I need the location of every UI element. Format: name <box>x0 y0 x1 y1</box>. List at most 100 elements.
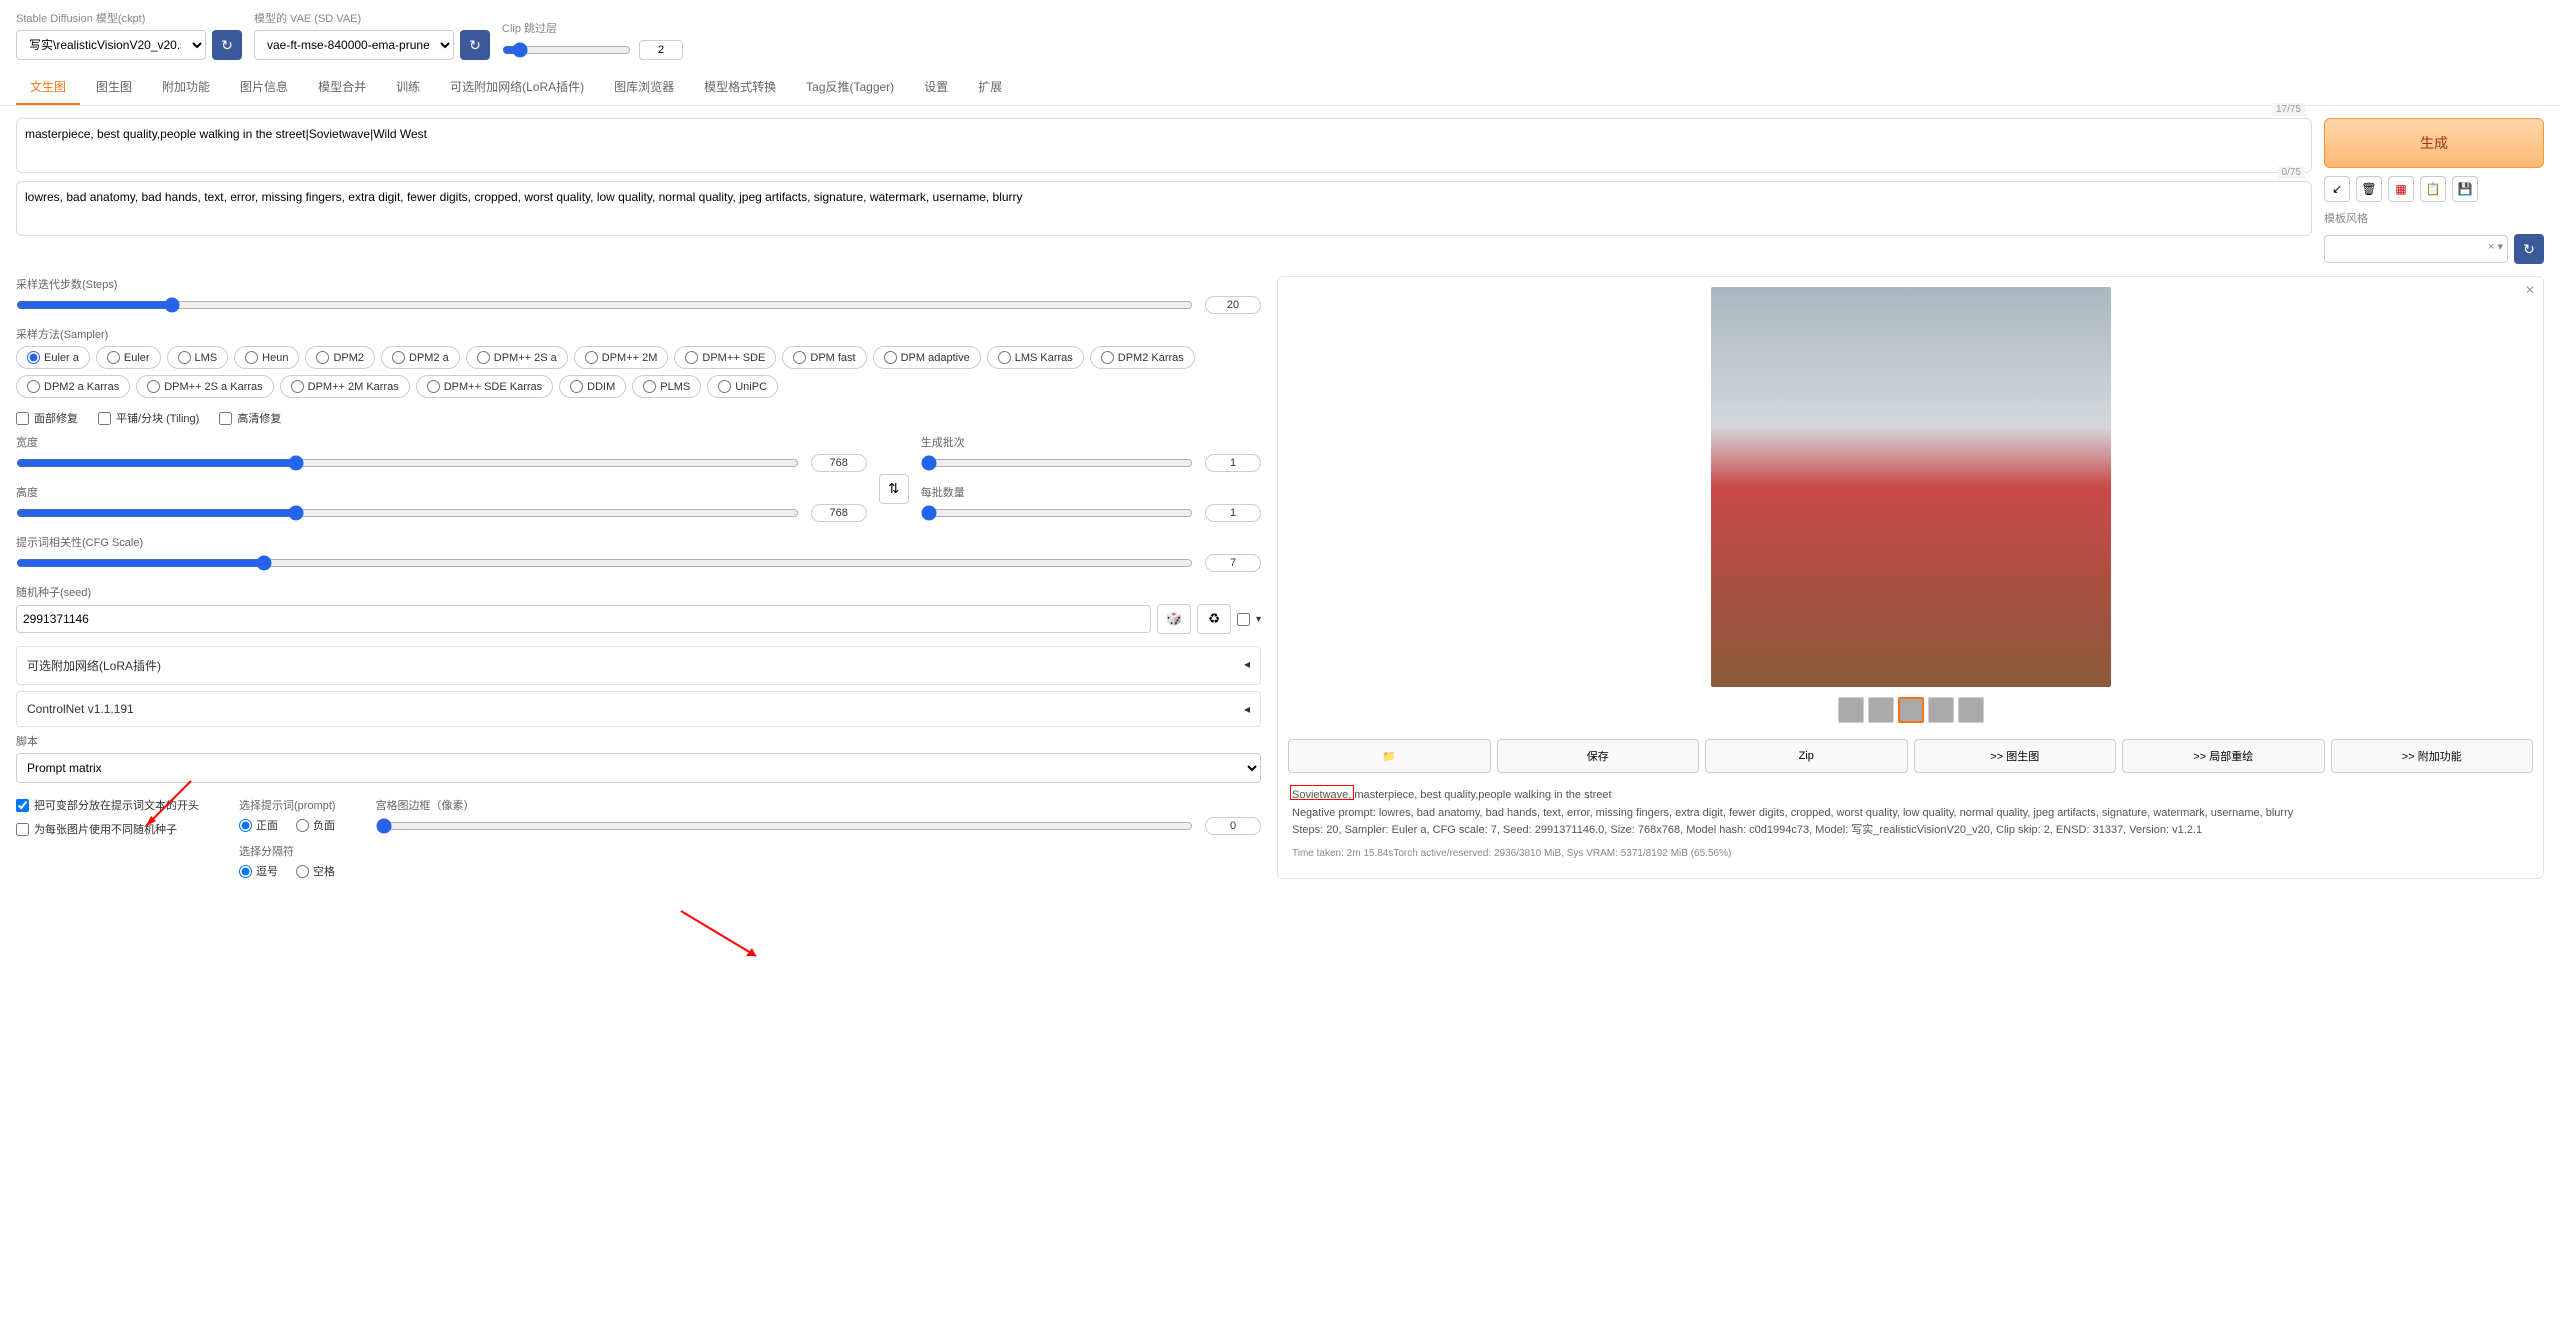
steps-value[interactable]: 20 <box>1205 296 1261 314</box>
refresh-vae-icon[interactable]: ↻ <box>460 30 490 60</box>
thumb-1[interactable] <box>1838 697 1864 723</box>
trash-icon[interactable]: 🗑 <box>2356 176 2382 202</box>
select-sep-label: 选择分隔符 <box>239 843 336 859</box>
tab-train[interactable]: 训练 <box>382 70 434 105</box>
clip-slider[interactable] <box>502 42 631 58</box>
sampler-plms[interactable] <box>643 380 656 393</box>
sampler-lmsk[interactable] <box>998 351 1011 364</box>
swap-dims-icon[interactable]: ⇅ <box>879 474 909 504</box>
radio-negative[interactable] <box>296 819 309 832</box>
save-icon[interactable]: 💾 <box>2452 176 2478 202</box>
radio-space[interactable] <box>296 865 309 878</box>
cfg-slider[interactable] <box>16 555 1193 571</box>
refresh-model-icon[interactable]: ↻ <box>212 30 242 60</box>
thumb-4[interactable] <box>1928 697 1954 723</box>
clip-label: Clip 跳过层 <box>502 20 683 36</box>
folder-button[interactable]: 📁 <box>1288 739 1491 773</box>
clip-value[interactable] <box>639 40 683 60</box>
vae-select[interactable]: vae-ft-mse-840000-ema-pruned.safetensors <box>254 30 454 60</box>
sampler-euler-a[interactable] <box>27 351 40 364</box>
refresh-style-icon[interactable]: ↻ <box>2514 234 2544 264</box>
height-label: 高度 <box>16 484 867 500</box>
face-restore-check[interactable] <box>16 412 29 425</box>
tab-extensions[interactable]: 扩展 <box>964 70 1016 105</box>
style-label: 模板风格 <box>2324 210 2544 226</box>
zip-button[interactable]: Zip <box>1705 739 1908 773</box>
sampler-dpm2ak[interactable] <box>27 380 40 393</box>
sampler-dpmfast[interactable] <box>793 351 806 364</box>
paint-icon[interactable]: ↙ <box>2324 176 2350 202</box>
sampler-dpmadaptive[interactable] <box>884 351 897 364</box>
seed-input[interactable] <box>16 605 1151 633</box>
dice-icon[interactable]: 🎲 <box>1157 604 1191 634</box>
tab-settings[interactable]: 设置 <box>910 70 962 105</box>
sampler-dpmpp2sak[interactable] <box>147 380 160 393</box>
sampler-dpm2a[interactable] <box>392 351 405 364</box>
tab-convert[interactable]: 模型格式转换 <box>690 70 790 105</box>
sampler-unipc[interactable] <box>718 380 731 393</box>
height-value[interactable]: 768 <box>811 504 867 522</box>
style-select[interactable]: × ▾ <box>2324 235 2508 263</box>
width-value[interactable]: 768 <box>811 454 867 472</box>
thumb-3[interactable] <box>1898 697 1924 723</box>
tiling-check[interactable] <box>98 412 111 425</box>
seed-extra-check[interactable] <box>1237 613 1250 626</box>
matrix-check1[interactable] <box>16 799 29 812</box>
sampler-dpm2[interactable] <box>316 351 329 364</box>
sampler-ddim[interactable] <box>570 380 583 393</box>
clipboard-icon[interactable]: 📋 <box>2420 176 2446 202</box>
sampler-lms[interactable] <box>178 351 191 364</box>
sampler-dpmpp2mk[interactable] <box>291 380 304 393</box>
radio-comma[interactable] <box>239 865 252 878</box>
send-extras-button[interactable]: >> 附加功能 <box>2331 739 2534 773</box>
hires-check[interactable] <box>219 412 232 425</box>
tab-txt2img[interactable]: 文生图 <box>16 70 80 105</box>
tab-extras[interactable]: 附加功能 <box>148 70 224 105</box>
height-slider[interactable] <box>16 505 799 521</box>
model-select[interactable]: 写实\realisticVisionV20_v20.safetensors [c… <box>16 30 206 60</box>
close-icon[interactable]: ✕ <box>2525 283 2535 297</box>
sampler-dpmppsde[interactable] <box>685 351 698 364</box>
save-button[interactable]: 保存 <box>1497 739 1700 773</box>
batch-size-slider[interactable] <box>921 505 1193 521</box>
recycle-icon[interactable]: ♻ <box>1197 604 1231 634</box>
batch-count-label: 生成批次 <box>921 434 1261 450</box>
batch-size-value[interactable]: 1 <box>1205 504 1261 522</box>
batch-count-slider[interactable] <box>921 455 1193 471</box>
tab-img2img[interactable]: 图生图 <box>82 70 146 105</box>
margin-slider[interactable] <box>376 818 1193 834</box>
batch-count-value[interactable]: 1 <box>1205 454 1261 472</box>
tab-lora[interactable]: 可选附加网络(LoRA插件) <box>436 70 598 105</box>
width-slider[interactable] <box>16 455 799 471</box>
send-img2img-button[interactable]: >> 图生图 <box>1914 739 2117 773</box>
generate-button[interactable]: 生成 <box>2324 118 2544 168</box>
margin-value[interactable]: 0 <box>1205 817 1261 835</box>
sampler-label: 采样方法(Sampler) <box>16 326 1261 342</box>
matrix-check2[interactable] <box>16 823 29 836</box>
tab-merge[interactable]: 模型合并 <box>304 70 380 105</box>
sampler-dpm2k[interactable] <box>1101 351 1114 364</box>
controlnet-accordion[interactable]: ControlNet v1.1.191◂ <box>16 691 1261 727</box>
sampler-dpmppsdek[interactable] <box>427 380 440 393</box>
lora-accordion[interactable]: 可选附加网络(LoRA插件)◂ <box>16 646 1261 685</box>
cfg-value[interactable]: 7 <box>1205 554 1261 572</box>
sampler-dpmpp2m[interactable] <box>585 351 598 364</box>
tab-pnginfo[interactable]: 图片信息 <box>226 70 302 105</box>
script-select[interactable]: Prompt matrix <box>16 753 1261 783</box>
sampler-euler[interactable] <box>107 351 120 364</box>
positive-prompt[interactable]: masterpiece, best quality,people walking… <box>17 119 2311 169</box>
radio-positive[interactable] <box>239 819 252 832</box>
thumb-2[interactable] <box>1868 697 1894 723</box>
send-inpaint-button[interactable]: >> 局部重绘 <box>2122 739 2325 773</box>
tab-tagger[interactable]: Tag反推(Tagger) <box>792 70 908 105</box>
negative-prompt[interactable]: lowres, bad anatomy, bad hands, text, er… <box>17 182 2311 232</box>
sampler-dpmpp2sa[interactable] <box>477 351 490 364</box>
tab-browser[interactable]: 图库浏览器 <box>600 70 688 105</box>
generation-info: Sovietwave, masterpiece, best quality,pe… <box>1288 783 2533 866</box>
neg-token-count: 0/75 <box>2278 166 2305 179</box>
steps-slider[interactable] <box>16 297 1193 313</box>
sampler-heun[interactable] <box>245 351 258 364</box>
fill-icon[interactable]: ▦ <box>2388 176 2414 202</box>
thumb-5[interactable] <box>1958 697 1984 723</box>
output-image[interactable] <box>1711 287 2111 687</box>
